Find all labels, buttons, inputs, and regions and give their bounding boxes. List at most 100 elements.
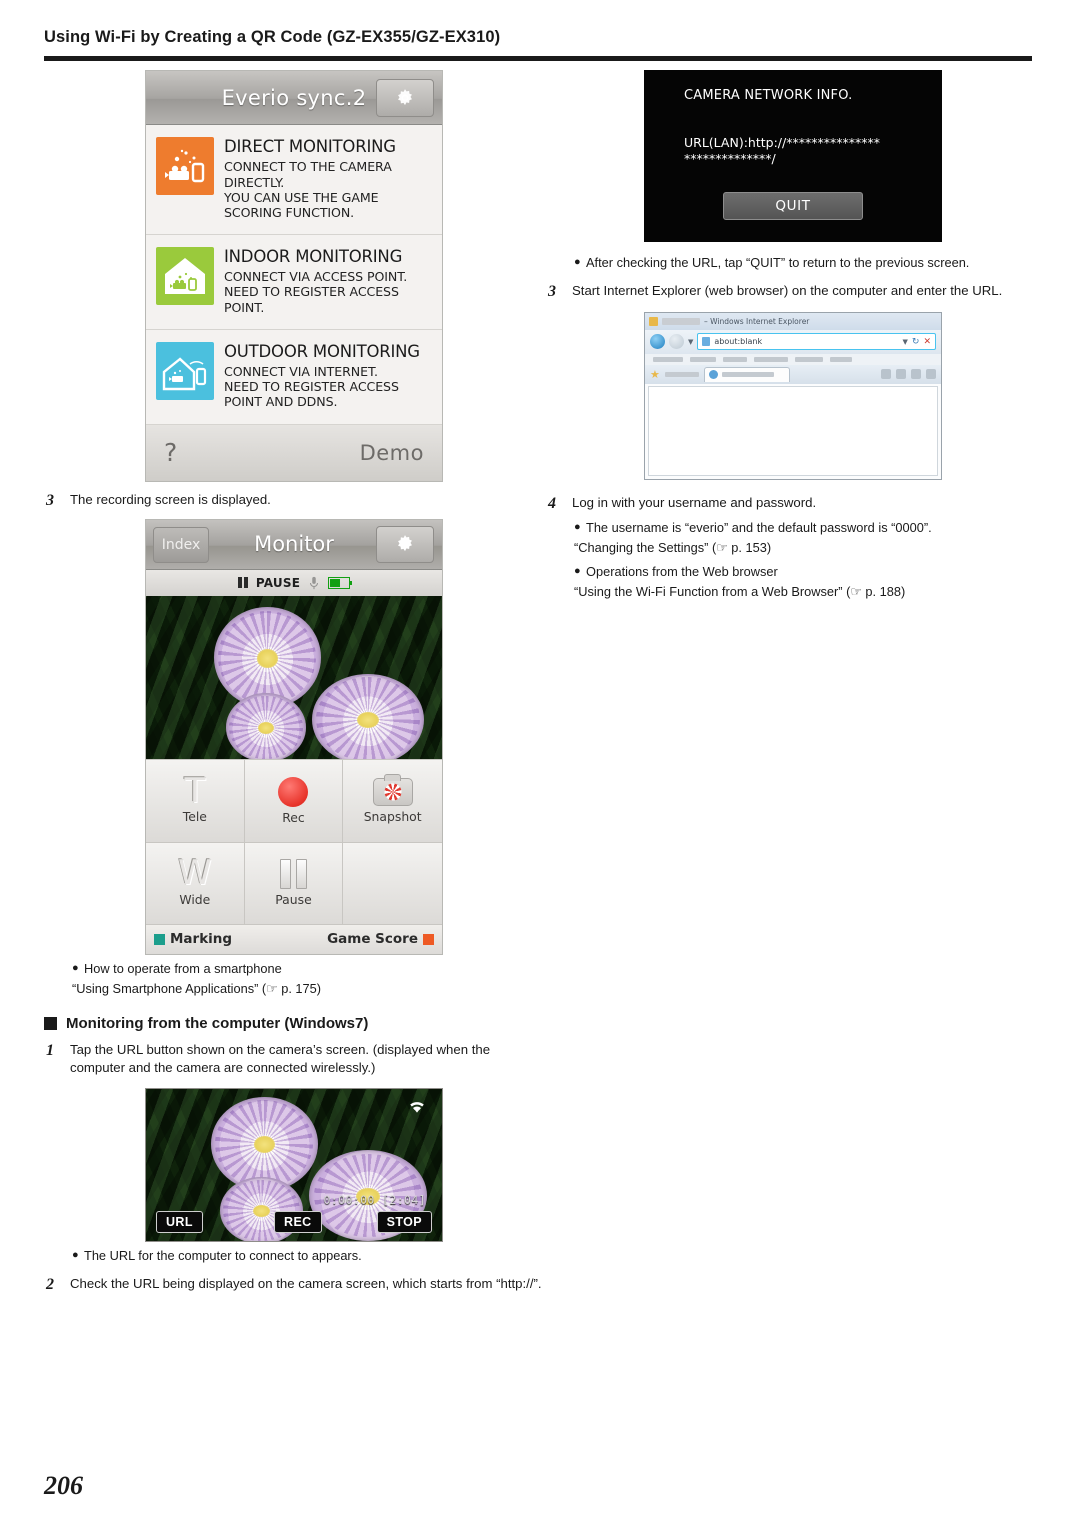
quit-button[interactable]: QUIT (723, 192, 863, 220)
snapshot-button[interactable]: Snapshot (343, 759, 442, 842)
home-icon[interactable] (881, 369, 891, 380)
forward-arrow-icon[interactable] (669, 334, 684, 350)
indoor-monitoring-text: INDOOR MONITORING CONNECT VIA ACCESS POI… (224, 247, 432, 315)
rec-button[interactable]: Rec (244, 759, 344, 842)
address-dropdown-icon[interactable]: ▼ (903, 338, 908, 346)
note-smartphone: ● How to operate from a smartphone (44, 960, 544, 979)
menu-blur-1[interactable] (653, 356, 683, 362)
step-text: The recording screen is displayed. (70, 491, 271, 507)
note-web-operations-text: Operations from the Web browser (586, 563, 778, 579)
url-button[interactable]: URL (156, 1211, 203, 1234)
step-number: 3 (46, 491, 54, 509)
game-score-button[interactable]: Game Score (327, 931, 434, 947)
monitor-titlebar: Index Monitor (146, 519, 442, 570)
tele-icon: T (184, 770, 206, 811)
menu-blur-4[interactable] (754, 356, 788, 362)
settings-button[interactable] (376, 79, 434, 117)
pause-icon (237, 577, 248, 588)
browser-screenshot-wrap: – Windows Internet Explorer ▼ about:blan… (546, 311, 1036, 480)
help-button[interactable]: ? (164, 438, 177, 467)
dropdown-caret-icon[interactable]: ▼ (688, 338, 693, 346)
note-url-appears: ● The URL for the computer to connect to… (44, 1247, 544, 1266)
page-header: Using Wi-Fi by Creating a QR Code (GZ-EX… (44, 28, 1032, 47)
everio-sync-screenshot-wrap: Everio sync.2 DIRECT MONITORING CONNECT … (44, 70, 544, 482)
browser-tab[interactable] (703, 366, 790, 382)
bullet-dot: ● (574, 564, 581, 577)
outdoor-monitoring-icon (156, 341, 214, 400)
stop-icon[interactable]: ✕ (923, 337, 931, 347)
stop-button[interactable]: STOP (376, 1211, 432, 1234)
monitor-settings-button[interactable] (376, 525, 434, 563)
menu-item-outdoor-monitoring[interactable]: OUTDOOR MONITORING CONNECT VIA INTERNET.… (146, 329, 442, 425)
ie-browser-window: – Windows Internet Explorer ▼ about:blan… (644, 311, 942, 480)
demo-button[interactable]: Demo (360, 441, 424, 465)
pause-icon (279, 859, 307, 889)
step-text: Check the URL being displayed on the cam… (70, 1275, 542, 1291)
everio-app-title: Everio sync.2 (221, 85, 367, 110)
ref-wifi-web-browser: “Using the Wi-Fi Function from a Web Bro… (574, 584, 906, 600)
header-divider (44, 56, 1032, 61)
favorites-blur (664, 371, 699, 377)
ie-icon (708, 370, 718, 380)
menu-item-indoor-monitoring[interactable]: INDOOR MONITORING CONNECT VIA ACCESS POI… (146, 234, 442, 330)
menu-desc-indoor: CONNECT VIA ACCESS POINT. NEED TO REGIST… (224, 269, 408, 315)
direct-monitoring-glyph (165, 149, 205, 183)
wide-button[interactable]: W Wide (146, 841, 245, 924)
live-preview-image (146, 595, 442, 759)
left-column: Everio sync.2 DIRECT MONITORING CONNECT … (44, 70, 544, 1295)
menu-blur-5[interactable] (795, 356, 823, 362)
favorites-star-icon[interactable]: ★ (650, 369, 660, 380)
indoor-monitoring-icon (156, 246, 214, 305)
outdoor-monitoring-glyph (162, 357, 207, 390)
tele-label: Tele (182, 809, 207, 825)
mail-icon[interactable] (911, 369, 921, 380)
snapshot-icon (372, 773, 413, 806)
ref-smartphone-apps: “Using Smartphone Applications” (☞ p. 17… (72, 981, 322, 997)
everio-footer: ? Demo (146, 424, 442, 481)
ie-tab-bar: ★ (645, 364, 941, 384)
address-value: about:blank (714, 337, 763, 347)
menu-title-direct: DIRECT MONITORING (224, 137, 396, 156)
marking-button[interactable]: Marking (154, 931, 232, 947)
menu-desc-direct: CONNECT TO THE CAMERA DIRECTLY. YOU CAN … (224, 159, 392, 220)
step-start-browser: 3 Start Internet Explorer (web browser) … (546, 282, 1036, 302)
bullet-dot: ● (72, 961, 79, 974)
menu-blur-3[interactable] (723, 356, 747, 362)
note-quit: ● After checking the URL, tap “QUIT” to … (546, 254, 1036, 273)
print-icon[interactable] (926, 369, 936, 380)
step-number: 3 (548, 282, 556, 300)
ie-icon (649, 316, 658, 326)
note-username: ● The username is “everio” and the defau… (546, 519, 1036, 538)
refresh-icon[interactable]: ↻ (912, 337, 920, 347)
menu-title-outdoor: OUTDOOR MONITORING (224, 341, 420, 361)
menu-item-direct-monitoring[interactable]: DIRECT MONITORING CONNECT TO THE CAMERA … (146, 125, 442, 235)
outdoor-monitoring-text: OUTDOOR MONITORING CONNECT VIA INTERNET.… (224, 342, 432, 410)
direct-monitoring-icon (156, 137, 214, 195)
wide-label: Wide (179, 891, 211, 907)
note-url-appears-text: The URL for the computer to connect to a… (84, 1248, 362, 1264)
rec-button[interactable]: REC (274, 1211, 322, 1234)
ie-window-title: – Windows Internet Explorer (704, 316, 810, 326)
index-button[interactable]: Index (153, 526, 209, 563)
monitor-control-pad: T Tele Rec Snapshot W Wide Pause (146, 758, 442, 924)
feeds-icon[interactable] (896, 369, 906, 380)
ie-page-canvas (648, 385, 938, 476)
back-arrow-icon[interactable] (650, 334, 665, 350)
status-label: PAUSE (255, 575, 301, 590)
tele-button[interactable]: T Tele (146, 759, 245, 842)
record-icon (278, 776, 309, 807)
wide-icon: W (178, 853, 212, 894)
monitor-footer: Marking Game Score (146, 923, 442, 954)
page-title: Using Wi-Fi by Creating a QR Code (GZ-EX… (44, 28, 501, 46)
address-bar[interactable]: about:blank ▼ ↻ ✕ (697, 333, 936, 351)
note-web-operations: ● Operations from the Web browser (546, 563, 1036, 582)
subheading-text: Monitoring from the computer (Windows7) (66, 1014, 369, 1032)
menu-blur-6[interactable] (830, 356, 852, 362)
ref-changing-settings: “Changing the Settings” (☞ p. 153) (574, 540, 772, 556)
camera-lcd-screen: 0:00:00 [2:04] URL REC STOP (145, 1088, 443, 1243)
bullet-dot: ● (574, 520, 581, 533)
menu-blur-2[interactable] (690, 356, 716, 362)
camera-network-info-wrap: CAMERA NETWORK INFO. URL(LAN):http://***… (546, 70, 1036, 242)
manual-page: Using Wi-Fi by Creating a QR Code (GZ-EX… (0, 0, 1080, 1527)
pause-button[interactable]: Pause (244, 841, 344, 924)
